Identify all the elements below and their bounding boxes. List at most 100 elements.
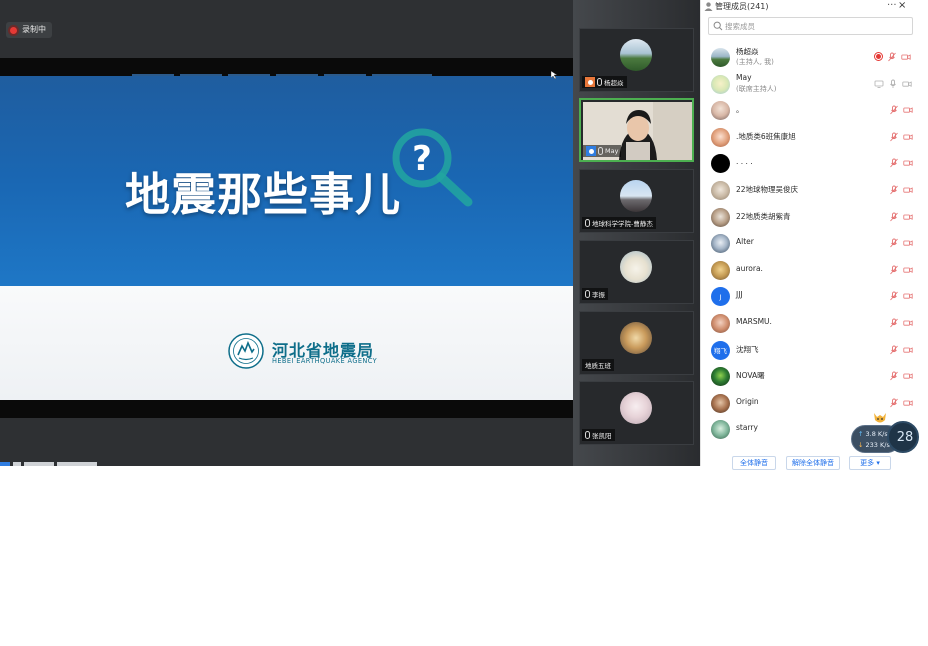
member-row[interactable]: 。 xyxy=(701,97,913,124)
camera-off-icon[interactable] xyxy=(903,318,913,328)
member-row[interactable]: 翔飞 沈翔飞 xyxy=(701,337,913,364)
mic-muted-icon[interactable] xyxy=(887,52,897,62)
member-name: 杨超焱 xyxy=(736,47,759,56)
avatar xyxy=(711,207,730,227)
camera-off-icon[interactable] xyxy=(903,185,913,195)
mic-muted-icon[interactable] xyxy=(889,238,899,248)
member-status-icons xyxy=(889,212,913,222)
member-row[interactable]: J JJJ xyxy=(701,283,913,310)
member-row[interactable]: 22地球物理吴俊庆 xyxy=(701,177,913,204)
camera-off-icon[interactable] xyxy=(903,158,913,168)
member-row[interactable]: . . . . xyxy=(701,150,913,177)
member-row[interactable]: 22地质类胡紫青 xyxy=(701,204,913,231)
mic-muted-icon[interactable] xyxy=(889,158,899,168)
mic-muted-icon[interactable] xyxy=(889,265,899,275)
recording-badge[interactable]: 录制中 xyxy=(6,22,52,38)
mic-muted-icon[interactable] xyxy=(889,371,899,381)
mic-muted-icon[interactable] xyxy=(889,318,899,328)
camera-off-icon[interactable] xyxy=(903,398,913,408)
member-status-icons xyxy=(889,318,913,328)
avatar xyxy=(711,367,730,387)
mic-muted-icon[interactable] xyxy=(889,132,899,142)
member-status-icons xyxy=(889,345,913,355)
member-row[interactable]: NOVA曙 xyxy=(701,363,913,390)
download-speed: ↓ 233 K/s xyxy=(858,441,890,449)
more-options-icon[interactable]: ··· xyxy=(887,0,897,12)
search-box[interactable] xyxy=(708,17,913,35)
screen-share-icon[interactable] xyxy=(874,79,884,89)
camera-off-icon[interactable] xyxy=(903,105,913,115)
agency-name-english: HEBEI EARTHQUAKE AGENCY xyxy=(272,357,378,365)
mic-muted-icon[interactable] xyxy=(889,291,899,301)
avatar xyxy=(711,234,730,254)
avatar xyxy=(711,127,730,147)
member-name: .地质类6班焦康旭 xyxy=(736,131,796,141)
member-row[interactable]: 杨超焱 (主持人, 我) xyxy=(701,44,913,71)
avatar xyxy=(711,154,730,174)
mic-muted-icon[interactable] xyxy=(889,212,899,222)
host-icon xyxy=(585,77,595,87)
mic-muted-icon[interactable] xyxy=(889,105,899,115)
participant-name: May xyxy=(605,147,619,155)
mute-all-button[interactable]: 全体静音 xyxy=(732,456,776,470)
participant-name: 李振 xyxy=(592,291,605,299)
avatar: J xyxy=(711,287,730,307)
member-status-icons xyxy=(889,291,913,301)
microphone-icon xyxy=(585,431,590,439)
mic-muted-icon[interactable] xyxy=(889,185,899,195)
member-status-icons xyxy=(889,265,913,275)
member-list: 杨超焱 (主持人, 我) May (联席主持人) 。 .地质类6班焦康旭 . . . . 22… xyxy=(701,44,913,443)
member-status-icons xyxy=(889,238,913,248)
microphone-icon xyxy=(598,147,603,155)
tile-label: 李振 xyxy=(582,288,608,300)
bottom-toolbar-strip xyxy=(0,462,110,466)
microphone-icon xyxy=(585,219,590,227)
camera-off-icon[interactable] xyxy=(903,345,913,355)
video-tile[interactable]: 李振 xyxy=(579,240,694,304)
camera-off-icon[interactable] xyxy=(903,238,913,248)
member-status-icons xyxy=(874,52,911,62)
member-name: 沈翔飞 xyxy=(736,344,759,354)
speed-badge: 28 xyxy=(887,421,919,453)
member-row[interactable]: aurora. xyxy=(701,257,913,284)
camera-off-icon[interactable] xyxy=(903,265,913,275)
camera-off-icon[interactable] xyxy=(903,371,913,381)
camera-off-icon[interactable] xyxy=(903,132,913,142)
microphone-icon[interactable] xyxy=(888,79,898,89)
close-icon[interactable]: × xyxy=(898,0,906,12)
member-row[interactable]: May (联席主持人) xyxy=(701,71,913,98)
unmute-all-button[interactable]: 解除全体静音 xyxy=(786,456,840,470)
network-speed-widget[interactable]: ↑ 3.8 K/s ↓ 233 K/s 28 xyxy=(851,421,919,453)
search-icon xyxy=(713,21,723,31)
member-status-icons xyxy=(889,132,913,142)
slide-title: 地震那些事儿 xyxy=(125,168,402,221)
video-tile-active[interactable]: May xyxy=(579,98,694,162)
avatar xyxy=(620,180,652,212)
video-tile[interactable]: 地质五班 xyxy=(579,311,694,375)
camera-icon[interactable] xyxy=(902,79,912,89)
member-status-icons xyxy=(874,79,912,89)
video-tile[interactable]: 张凯阳 xyxy=(579,381,694,445)
video-tile[interactable]: 杨超焱 xyxy=(579,28,694,92)
member-row[interactable]: Alter xyxy=(701,230,913,257)
microphone-icon xyxy=(585,290,590,298)
tile-label: 杨超焱 xyxy=(582,76,627,88)
member-status-icons xyxy=(889,371,913,381)
more-button[interactable]: 更多 ▾ xyxy=(849,456,891,470)
mic-muted-icon[interactable] xyxy=(889,398,899,408)
avatar xyxy=(711,101,730,121)
member-name: JJJ xyxy=(736,290,743,300)
avatar xyxy=(711,260,730,280)
member-row[interactable]: MARSMU. xyxy=(701,310,913,337)
camera-off-icon[interactable] xyxy=(901,52,911,62)
camera-off-icon[interactable] xyxy=(903,291,913,301)
member-row[interactable]: .地质类6班焦康旭 xyxy=(701,124,913,151)
mic-muted-icon[interactable] xyxy=(889,345,899,355)
tile-label: 张凯阳 xyxy=(582,429,615,441)
search-input[interactable] xyxy=(725,19,905,33)
video-tile[interactable]: 地球科学学院-曹静杰 xyxy=(579,169,694,233)
avatar xyxy=(711,74,730,94)
camera-off-icon[interactable] xyxy=(903,212,913,222)
member-name: starry xyxy=(736,423,758,433)
members-icon xyxy=(704,2,713,11)
